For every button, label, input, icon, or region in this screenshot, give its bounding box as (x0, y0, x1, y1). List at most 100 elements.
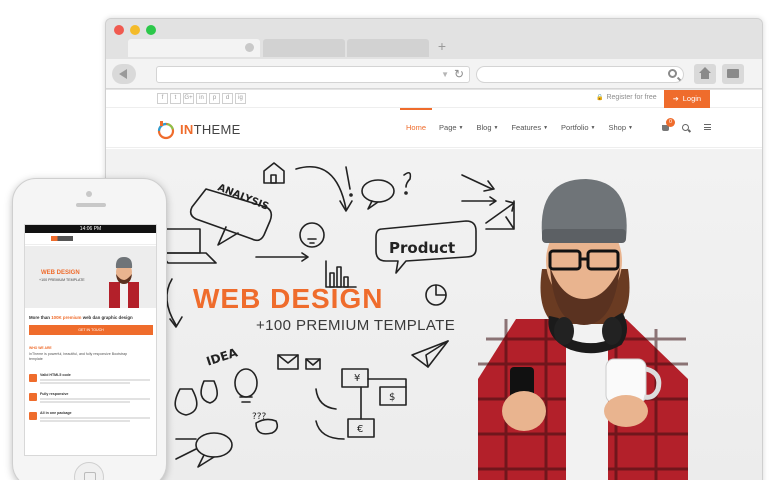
phone-logo[interactable] (51, 236, 73, 241)
text-placeholder-line (40, 379, 150, 381)
logo-suffix: THEME (193, 122, 241, 137)
feature-title: All in one package (40, 411, 72, 415)
site-navbar: INTHEME Home Page ▼ Blog ▼ Features ▼ Portf… (106, 108, 762, 148)
feature-item: Valid HTML5 code (29, 373, 154, 389)
camera-icon (86, 191, 92, 197)
tab-close-icon[interactable] (245, 43, 254, 52)
browser-titlebar: + (106, 19, 762, 59)
phone-screen: 14:06 PM WEB DESIGN +100 PREMIUM TEMPLAT… (24, 224, 157, 456)
feature-item: Fully responsive (29, 392, 154, 408)
login-label: Login (682, 94, 702, 103)
phone-hero: WEB DESIGN +100 PREMIUM TEMPLATE (25, 246, 156, 308)
register-link[interactable]: Register for free (596, 94, 656, 101)
search-icon[interactable] (668, 69, 677, 78)
reload-icon[interactable]: ↻ (454, 67, 464, 82)
svg-text:$: $ (389, 392, 395, 403)
chat-icon (361, 179, 395, 203)
phone-home-button[interactable] (74, 462, 104, 480)
responsive-icon (29, 393, 37, 401)
text-placeholder-line (40, 417, 150, 419)
nav-label: Blog (476, 123, 492, 132)
browser-tab[interactable] (347, 39, 429, 57)
minimize-window-button[interactable] (130, 25, 140, 35)
phone-navbar (25, 233, 156, 245)
intheme-logo-icon[interactable] (156, 120, 176, 140)
new-tab-button[interactable]: + (436, 38, 448, 54)
back-button[interactable] (112, 64, 136, 84)
hero-person-illustration (478, 179, 688, 480)
feature-title: Valid HTML5 code (40, 373, 71, 377)
nav-label: Portfolio (561, 123, 589, 132)
caret-down-icon: ▼ (543, 125, 549, 131)
hero-subtitle: +100 PREMIUM TEMPLATE (256, 317, 456, 334)
nav-item-portfolio[interactable]: Portfolio ▼ (561, 109, 595, 147)
google-plus-icon[interactable]: G+ (183, 93, 194, 104)
nav-label: Page (439, 123, 457, 132)
website-page: f t G+ in p d ig Register for free ➔Logi… (106, 90, 762, 480)
login-button[interactable]: ➔ Login (664, 90, 710, 108)
tagline-prefix: More than (29, 315, 52, 320)
pinterest-icon[interactable]: p (209, 93, 220, 104)
hamburger-menu-icon[interactable] (704, 124, 711, 130)
caret-down-icon: ▼ (458, 125, 464, 131)
text-placeholder-line (40, 401, 130, 403)
nav-item-shop[interactable]: Shop ▼ (609, 109, 633, 147)
phone-hero-subtitle: +100 PREMIUM TEMPLATE (39, 278, 85, 282)
nav-label: Home (406, 123, 427, 132)
nav-label: Shop (608, 123, 627, 132)
browser-search-input[interactable] (476, 66, 684, 83)
get-in-touch-button[interactable]: GET IN TOUCH (29, 325, 153, 335)
browser-tab-active[interactable] (128, 39, 260, 57)
showcase-stage: + ▼ ↻ f t G+ in p d ig 🔒 Register for fr… (0, 0, 780, 480)
nav-item-home[interactable]: Home (399, 108, 433, 147)
browser-toolbar: ▼ ↻ (106, 59, 762, 89)
phone-mockup: 14:06 PM WEB DESIGN +100 PREMIUM TEMPLAT… (12, 178, 167, 480)
cart-count-badge: 0 (666, 118, 675, 127)
chevron-down-icon[interactable]: ▼ (441, 70, 449, 79)
hero-banner: ??? ¥ $ € ANALYSIS Product IDEA WEB DESI… (106, 149, 762, 480)
text-placeholder-line (40, 398, 150, 400)
nav-item-blog[interactable]: Blog ▼ (477, 109, 499, 147)
search-icon[interactable] (682, 124, 689, 131)
site-topbar: f t G+ in p d ig Register for free ➔Logi… (106, 90, 762, 108)
cart-button[interactable]: 0 (662, 118, 675, 133)
instagram-icon[interactable]: ig (235, 93, 246, 104)
laptop-icon (165, 228, 201, 254)
nav-item-features[interactable]: Features ▼ (511, 109, 548, 147)
phone-hero-person-illustration (109, 257, 139, 308)
text-placeholder-line (40, 420, 130, 422)
doodle-label-product: Product (389, 239, 456, 257)
package-icon (29, 412, 37, 420)
hero-title: WEB DESIGN (193, 283, 384, 314)
tagline-suffix: web dan graphic design (81, 315, 133, 320)
svg-text:¥: ¥ (354, 373, 360, 384)
feature-title: Fully responsive (40, 392, 69, 396)
browser-tab[interactable] (263, 39, 345, 57)
svg-text:€: € (357, 424, 363, 435)
address-bar[interactable]: ▼ ↻ (156, 66, 470, 83)
facebook-icon[interactable]: f (157, 93, 168, 104)
section-description: InTheme is powerful, beautiful, and full… (29, 352, 128, 361)
phone-hero-title: WEB DESIGN (41, 270, 80, 276)
home-button[interactable] (694, 64, 716, 84)
browser-menu-button[interactable] (722, 64, 744, 84)
dribbble-icon[interactable]: d (222, 93, 233, 104)
tagline-highlight: 100K premium (51, 315, 82, 320)
close-window-button[interactable] (114, 25, 124, 35)
browser-window: + ▼ ↻ f t G+ in p d ig 🔒 Register for fr… (105, 18, 763, 480)
speaker-grille (76, 203, 106, 207)
caret-down-icon: ▼ (493, 125, 499, 131)
social-links: f t G+ in p d ig (157, 93, 246, 104)
sign-in-icon: ➔ (672, 96, 679, 103)
phone-status-bar: 14:06 PM (25, 225, 156, 233)
phone-tagline: More than 100K premium web dan graphic d… (29, 315, 133, 320)
maximize-window-button[interactable] (146, 25, 156, 35)
linkedin-icon[interactable]: in (196, 93, 207, 104)
nav-item-page[interactable]: Page ▼ (439, 109, 463, 147)
twitter-icon[interactable]: t (170, 93, 181, 104)
logo-prefix: IN (180, 122, 194, 137)
nav-label: Features (511, 123, 542, 132)
caret-down-icon: ▼ (590, 125, 596, 131)
main-menu: Home Page ▼ Blog ▼ Features ▼ Portfolio ▼ Sh… (399, 108, 646, 147)
logo-wordmark[interactable]: INTHEME (180, 122, 241, 137)
